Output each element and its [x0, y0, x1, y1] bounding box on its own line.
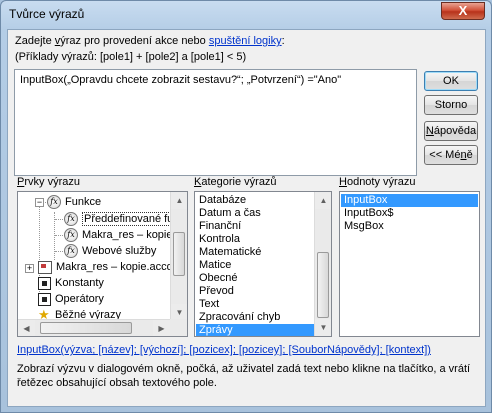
- tree-node-operators[interactable]: Operátory: [38, 291, 104, 307]
- elements-label-text: rvky výrazu: [24, 176, 80, 188]
- tree-node-label: Operátory: [55, 293, 104, 305]
- help-button[interactable]: Nápověda: [424, 121, 478, 141]
- tree-horizontal-scrollbar[interactable]: ◀ ▶: [18, 319, 170, 336]
- help-label: ápověda: [433, 125, 477, 137]
- function-icon: fx: [47, 195, 61, 210]
- help-accel: N: [425, 125, 434, 137]
- function-description: Zobrazí výzvu v dialogovém okně, počká, …: [17, 363, 471, 389]
- scroll-corner: [170, 319, 187, 336]
- category-item[interactable]: Matice: [196, 259, 314, 272]
- scroll-right-icon[interactable]: ▶: [153, 320, 170, 336]
- instruction-text-rest: ýraz pro provedení akce nebo: [60, 35, 209, 47]
- tree-node-web-services[interactable]: fx Webové služby: [64, 243, 156, 259]
- scroll-up-icon[interactable]: ▲: [315, 192, 331, 209]
- categories-label-text: ategorie výrazů: [201, 176, 277, 188]
- expression-input[interactable]: InputBox(„Opravdu chcete zobrazit sestav…: [14, 69, 417, 176]
- category-item[interactable]: Zprávy: [196, 324, 314, 336]
- tree-node-database[interactable]: Makra_res – kopie.accdb: [38, 259, 179, 275]
- elements-label: Prvky výrazu: [17, 176, 80, 188]
- expand-icon[interactable]: +: [25, 264, 34, 273]
- scroll-thumb[interactable]: [173, 232, 185, 276]
- cancel-button[interactable]: Storno: [424, 95, 478, 115]
- tree-vertical-scrollbar[interactable]: ▲ ▼: [170, 192, 187, 321]
- category-item[interactable]: Databáze: [196, 194, 314, 207]
- category-item[interactable]: Zpracování chyb: [196, 311, 314, 324]
- elements-tree[interactable]: − fx Funkce fx Předdefinované funkce fx Mak…: [17, 191, 188, 337]
- values-label-text: odnoty výrazu: [346, 176, 416, 188]
- less-label-rest: ě: [466, 149, 473, 161]
- expression-builder-window: Tvůrce výrazů X Zadejte výraz pro proved…: [0, 0, 492, 413]
- value-item[interactable]: InputBox: [341, 194, 478, 207]
- category-item[interactable]: Kontrola: [196, 233, 314, 246]
- category-item[interactable]: Finanční: [196, 220, 314, 233]
- tree-node-makra-functions[interactable]: fx Makra_res – kopie: [64, 227, 173, 243]
- syntax-help-link[interactable]: InputBox(výzva; [název]; [výchozí]; [poz…: [17, 344, 431, 356]
- instruction-colon: :: [281, 35, 285, 47]
- values-items: InputBox InputBox$ MsgBox: [341, 194, 478, 233]
- tree-node-label: Makra_res – kopie: [82, 229, 173, 241]
- tree-node-label: Funkce: [65, 196, 102, 208]
- database-form-icon: [38, 260, 52, 274]
- instruction-text: Zadejte: [15, 35, 55, 47]
- function-icon: fx: [64, 212, 78, 227]
- category-item[interactable]: Datum a čas: [196, 207, 314, 220]
- categories-scrollbar[interactable]: ▲ ▼: [314, 192, 331, 336]
- tree-node-label: Webové služby: [82, 245, 157, 257]
- values-label: Hodnoty výrazu: [339, 176, 415, 188]
- less-label: << Mé: [429, 149, 461, 161]
- category-item[interactable]: Matematické: [196, 246, 314, 259]
- categories-items: Databáze Datum a čas Finanční Kontrola Matem…: [196, 194, 314, 336]
- close-button[interactable]: X: [441, 2, 485, 20]
- scroll-thumb[interactable]: [40, 322, 132, 334]
- tree-node-label: Makra_res – kopie.accdb: [56, 261, 179, 273]
- scroll-down-icon[interactable]: ▼: [315, 319, 331, 336]
- operators-icon: [38, 292, 51, 306]
- tree-node-functions[interactable]: fx Funkce: [47, 194, 101, 210]
- scroll-thumb[interactable]: [317, 252, 329, 318]
- logic-link[interactable]: spuštění logiky: [209, 35, 282, 47]
- collapse-icon[interactable]: −: [35, 198, 44, 207]
- values-accel: H: [339, 176, 347, 188]
- scroll-left-icon[interactable]: ◀: [18, 320, 35, 336]
- tree-node-label: Konstanty: [55, 277, 104, 289]
- less-button[interactable]: << Méně: [424, 145, 478, 165]
- function-icon: fx: [64, 244, 78, 259]
- category-item[interactable]: Text: [196, 298, 314, 311]
- constants-icon: [38, 276, 51, 290]
- value-item[interactable]: InputBox$: [341, 207, 478, 220]
- ok-button[interactable]: OK: [424, 71, 478, 91]
- close-icon: X: [458, 3, 468, 18]
- values-list[interactable]: InputBox InputBox$ MsgBox: [339, 191, 480, 337]
- categories-label: Kategorie výrazů: [194, 176, 277, 188]
- title-bar[interactable]: Tvůrce výrazů X: [1, 1, 491, 29]
- category-item[interactable]: Převod: [196, 285, 314, 298]
- instruction-line-2: (Příklady výrazů: [pole1] + [pole2] a [p…: [15, 51, 247, 63]
- categories-list[interactable]: Databáze Datum a čas Finanční Kontrola Matem…: [194, 191, 332, 337]
- function-icon: fx: [64, 228, 78, 243]
- window-title: Tvůrce výrazů: [9, 7, 85, 21]
- instruction-line-1: Zadejte výraz pro provedení akce nebo sp…: [15, 35, 285, 47]
- tree-node-constants[interactable]: Konstanty: [38, 275, 104, 291]
- value-item[interactable]: MsgBox: [341, 220, 478, 233]
- dialog-client-area: Zadejte výraz pro provedení akce nebo sp…: [7, 29, 486, 407]
- scroll-up-icon[interactable]: ▲: [171, 192, 187, 209]
- category-item[interactable]: Obecné: [196, 272, 314, 285]
